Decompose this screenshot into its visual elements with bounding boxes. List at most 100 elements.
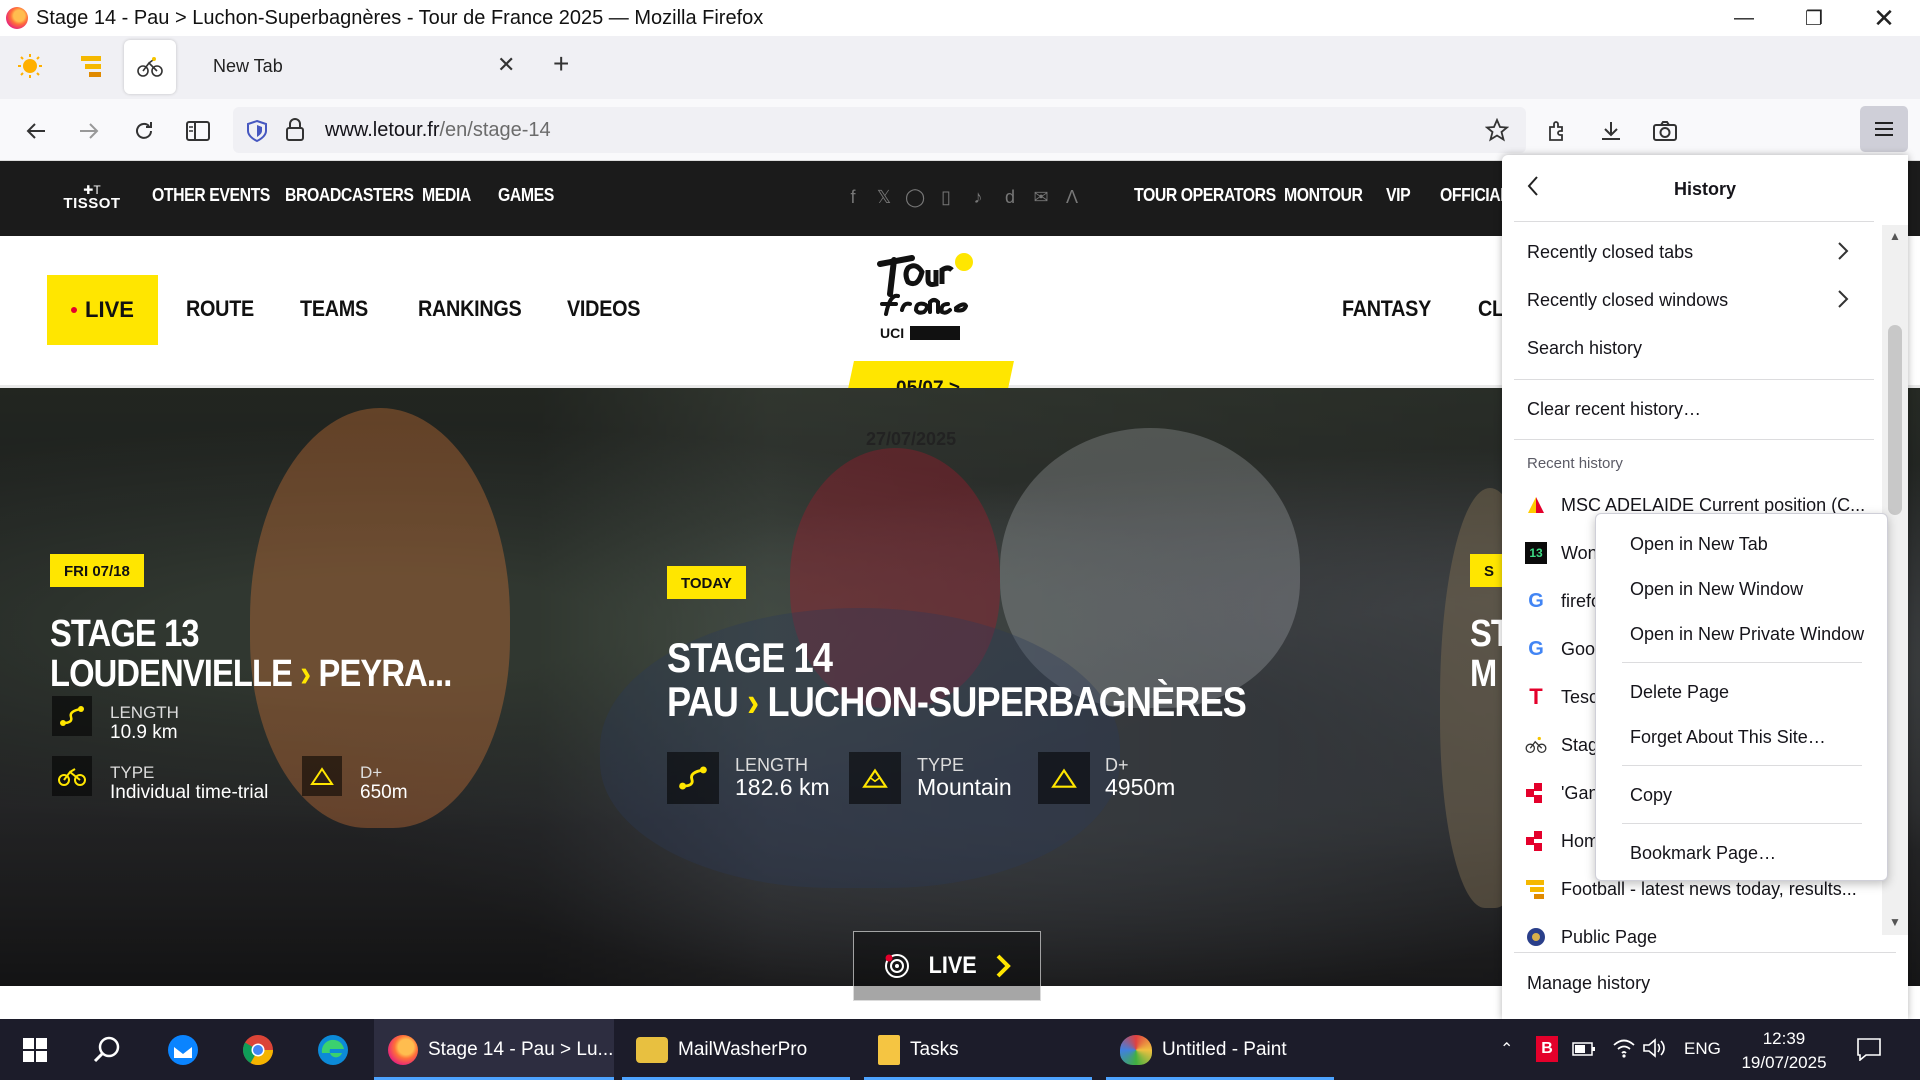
red-icon — [1525, 830, 1547, 852]
target-icon — [885, 954, 910, 978]
link-broadcasters[interactable]: BROADCASTERS — [285, 185, 414, 206]
nav-videos[interactable]: VIDEOS — [567, 296, 640, 322]
thunderbird-icon[interactable] — [164, 1031, 202, 1069]
tasks-icon — [878, 1034, 900, 1065]
menu-open-new-window[interactable]: Open in New Window — [1630, 579, 1803, 600]
taskbar-tasks[interactable]: Tasks — [864, 1019, 1092, 1080]
menu-delete-page[interactable]: Delete Page — [1630, 682, 1729, 703]
reload-icon — [136, 122, 152, 139]
stage14-title[interactable]: STAGE 14 PAU › LUCHON-SUPERBAGNÈRES — [667, 635, 1247, 724]
mobile-icon[interactable]: ▯ — [936, 187, 956, 207]
chrome-icon[interactable] — [239, 1031, 277, 1069]
x-icon[interactable]: 𝕏 — [874, 187, 894, 207]
downloads-button[interactable] — [1596, 116, 1626, 146]
dailymotion-icon[interactable]: d — [1000, 187, 1020, 207]
instagram-icon[interactable]: ◯ — [905, 187, 925, 207]
shield-icon[interactable] — [246, 119, 268, 148]
mail-icon[interactable]: ✉ — [1031, 187, 1051, 207]
taskbar-paint[interactable]: Untitled - Paint — [1106, 1019, 1334, 1080]
menu-open-new-tab[interactable]: Open in New Tab — [1630, 534, 1768, 555]
pinned-tab-tasks[interactable] — [76, 50, 108, 82]
forward-button[interactable] — [74, 116, 104, 146]
wifi-icon[interactable] — [1612, 1037, 1636, 1064]
firefox-logo-icon — [6, 7, 28, 29]
tab-new-tab[interactable]: New Tab — [213, 56, 283, 77]
arrow-left-icon — [26, 123, 45, 139]
notifications-icon[interactable] — [1856, 1037, 1882, 1066]
search-icon[interactable] — [88, 1031, 126, 1069]
link-games[interactable]: GAMES — [498, 185, 554, 206]
tray-chevron-icon[interactable]: ⌃ — [1500, 1039, 1513, 1059]
reload-button[interactable] — [129, 116, 159, 146]
clear-recent-history[interactable]: Clear recent history… — [1527, 399, 1701, 420]
google-icon: G — [1528, 589, 1544, 612]
facebook-icon[interactable]: f — [843, 187, 863, 207]
new-tab-button[interactable]: + — [553, 48, 569, 80]
download-icon — [1602, 122, 1620, 140]
lock-icon[interactable] — [285, 118, 305, 147]
close-window-button[interactable]: ✕ — [1849, 0, 1919, 36]
battery-icon[interactable] — [1572, 1041, 1596, 1062]
nav-teams[interactable]: TEAMS — [300, 296, 368, 322]
scrollbar-thumb[interactable] — [1888, 325, 1902, 515]
menu-separator — [1622, 823, 1862, 824]
menu-bookmark-page[interactable]: Bookmark Page… — [1630, 843, 1776, 864]
taskbar-firefox[interactable]: Stage 14 - Pau > Lu... — [374, 1019, 614, 1080]
nav-route[interactable]: ROUTE — [186, 296, 254, 322]
tab-tour-de-france[interactable] — [124, 40, 176, 94]
nav-rankings[interactable]: RANKINGS — [418, 296, 522, 322]
strava-icon[interactable]: Λ — [1062, 187, 1082, 207]
stage14-type: Mountain — [917, 774, 1012, 800]
nav-fantasy[interactable]: FANTASY — [1342, 296, 1431, 322]
language-indicator[interactable]: ENG — [1684, 1039, 1721, 1059]
sidebar-icon — [186, 121, 210, 141]
minimize-button[interactable]: — — [1709, 0, 1779, 36]
tray-app-icon[interactable]: B — [1536, 1036, 1558, 1062]
screenshot-button[interactable] — [1650, 116, 1680, 146]
link-official[interactable]: OFFICIAL — [1440, 185, 1510, 206]
menu-open-private-window[interactable]: Open in New Private Window — [1630, 624, 1864, 645]
link-vip[interactable]: VIP — [1386, 185, 1411, 206]
stage14-today-badge: TODAY — [667, 566, 746, 599]
link-other-events[interactable]: OTHER EVENTS — [152, 185, 270, 206]
pinned-tab-sun[interactable] — [14, 50, 46, 82]
clock[interactable]: 12:39 19/07/2025 — [1736, 1027, 1832, 1075]
taskbar-mailwasher[interactable]: MailWasherPro — [622, 1019, 850, 1080]
link-media[interactable]: MEDIA — [422, 185, 471, 206]
title-bar: Stage 14 - Pau > Luchon-Superbagnères - … — [0, 0, 1920, 36]
back-button[interactable] — [21, 116, 51, 146]
mountain-icon — [849, 752, 901, 804]
link-montour[interactable]: MONTOUR — [1284, 185, 1363, 206]
url-bar[interactable]: www.letour.fr/en/stage-14 — [233, 107, 1526, 153]
menu-copy[interactable]: Copy — [1630, 785, 1672, 806]
chevron-right-icon — [1837, 289, 1849, 314]
tour-de-france-logo[interactable] — [872, 244, 982, 324]
restore-button[interactable]: ❐ — [1779, 0, 1849, 36]
history-item[interactable]: Public Page — [1525, 924, 1885, 950]
tiktok-icon[interactable]: ♪ — [968, 187, 988, 207]
edge-icon[interactable] — [314, 1031, 352, 1069]
nav-live-button[interactable]: LIVE — [47, 275, 158, 345]
tour-icon — [1525, 734, 1547, 756]
recently-closed-tabs[interactable]: Recently closed tabs — [1527, 242, 1693, 263]
window-title: Stage 14 - Pau > Luchon-Superbagnères - … — [36, 6, 764, 29]
close-tab-icon[interactable]: ✕ — [497, 52, 515, 78]
stage13-title[interactable]: STAGE 13 LOUDENVIELLE › PEYRA... — [50, 614, 452, 695]
nav-cl[interactable]: CL — [1478, 296, 1504, 322]
extensions-button[interactable] — [1543, 116, 1573, 146]
search-history[interactable]: Search history — [1527, 338, 1642, 359]
reader-view-button[interactable] — [183, 116, 213, 146]
tissot-logo[interactable]: ✚T TISSOT — [62, 184, 122, 212]
link-tour-operators[interactable]: TOUR OPERATORS — [1134, 185, 1276, 206]
windows-start-icon[interactable] — [16, 1031, 54, 1069]
recently-closed-windows[interactable]: Recently closed windows — [1527, 290, 1728, 311]
live-cta-button[interactable]: LIVE — [853, 931, 1041, 1001]
tab-bar: New Tab ✕ + — [0, 36, 1920, 99]
url-text[interactable]: www.letour.fr/en/stage-14 — [325, 119, 551, 142]
menu-forget-site[interactable]: Forget About This Site… — [1630, 727, 1826, 748]
volume-icon[interactable] — [1642, 1037, 1666, 1064]
manage-history[interactable]: Manage history — [1527, 973, 1650, 994]
game-icon: 13 — [1525, 542, 1547, 564]
bookmark-star-icon[interactable] — [1484, 117, 1510, 147]
app-menu-button[interactable] — [1860, 106, 1908, 152]
